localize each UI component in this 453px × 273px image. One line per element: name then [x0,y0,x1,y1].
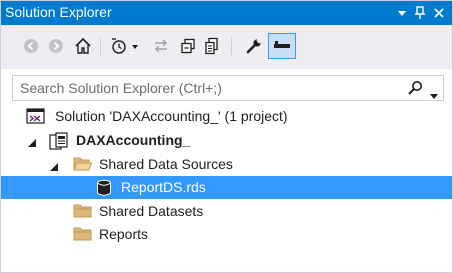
pending-changes-filter-button[interactable] [109,34,141,58]
clock-icon [112,38,138,54]
sync-arrows-icon [155,39,167,53]
folder-icon [73,203,93,222]
tree-item-project[interactable]: DAXAccounting_ [1,129,452,152]
search-box[interactable] [12,75,444,101]
title-bar[interactable]: Solution Explorer [1,1,452,25]
collapse-all-button[interactable] [176,34,200,58]
wrench-icon [246,38,262,54]
tree-item-reportds[interactable]: ReportDS.rds [1,176,452,199]
tree-item-label: Shared Datasets [99,203,204,219]
report-project-icon [49,132,69,153]
tree-item-label: ReportDS.rds [121,179,206,195]
preview-selected-items-button[interactable] [268,33,296,59]
tree-item-label: Reports [99,226,149,242]
tree-item-solution[interactable]: Solution 'DAXAccounting_' (1 project) [1,105,452,128]
search-input[interactable] [13,76,403,100]
search-options-dropdown-icon[interactable] [430,86,438,102]
tree-item-label: Shared Data Sources [99,156,233,172]
expanded-triangle-icon[interactable] [28,135,37,151]
toolbar-separator [100,37,101,55]
pin-icon[interactable] [411,3,429,23]
sync-with-active-document-button[interactable] [149,34,173,58]
toolbar-separator [231,37,232,55]
tree-item-shared-data-sources[interactable]: Shared Data Sources [1,153,452,176]
folder-open-icon [73,156,93,175]
folder-icon [73,226,93,245]
show-all-files-icon [205,37,218,55]
close-icon[interactable] [430,3,448,23]
back-button[interactable] [19,34,43,58]
solution-explorer-window: Solution Explorer Search Solution Explor… [0,0,453,273]
tree-item-shared-datasets[interactable]: Shared Datasets [1,200,452,223]
dropdown-arrow-icon[interactable] [393,3,411,23]
search-icon[interactable] [407,80,423,99]
collapse-all-icon [181,38,195,54]
tree-item-label: DAXAccounting_ [76,132,191,148]
toolbar [1,25,452,69]
home-button[interactable] [71,34,95,58]
solution-icon [26,108,46,128]
home-icon [75,37,91,54]
expanded-triangle-icon[interactable] [50,159,59,175]
window-title: Solution Explorer [5,4,112,20]
back-arrow-icon [24,39,38,53]
forward-button[interactable] [44,34,68,58]
properties-button[interactable] [242,34,266,58]
show-all-files-button[interactable] [200,34,224,58]
preview-icon [274,41,290,48]
forward-arrow-icon [49,39,63,53]
tree-item-label: Solution 'DAXAccounting_' (1 project) [55,108,288,124]
tree-item-reports[interactable]: Reports [1,223,452,246]
datasource-icon [96,179,112,200]
